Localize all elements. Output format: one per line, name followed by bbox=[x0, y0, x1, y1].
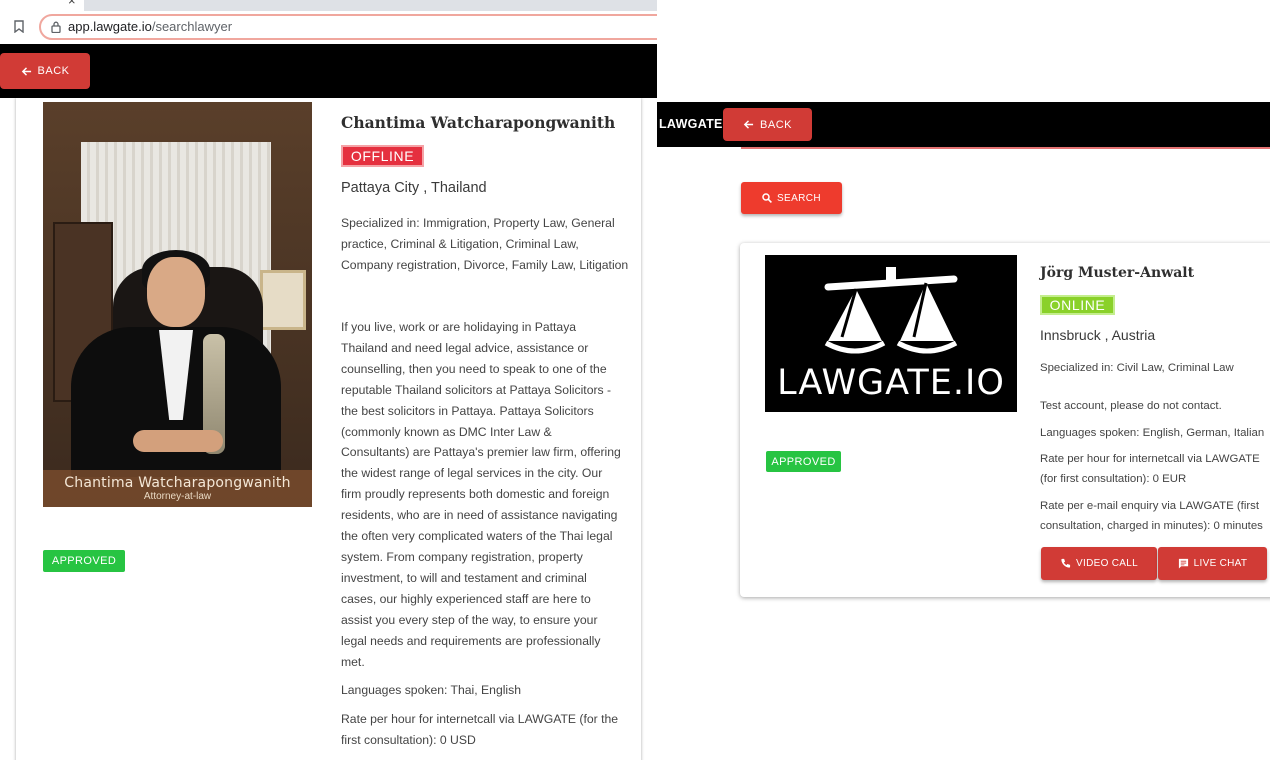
url-text: app.lawgate.io/searchlawyer bbox=[68, 19, 232, 34]
back-button-right[interactable]: BACK bbox=[723, 108, 812, 141]
status-badge-offline: OFFLINE bbox=[341, 145, 424, 167]
app-header-left bbox=[0, 44, 657, 98]
search-button[interactable]: SEARCH bbox=[741, 182, 842, 214]
search-icon bbox=[762, 193, 772, 203]
lawyer-location-right: Innsbruck , Austria bbox=[1040, 327, 1156, 343]
approved-badge-right: APPROVED bbox=[766, 451, 841, 472]
brand-underline bbox=[657, 147, 741, 149]
lawyer-photo: Chantima Watcharapongwanith Attorney-at-… bbox=[43, 102, 312, 507]
scales-icon bbox=[824, 267, 958, 354]
url-host: app.lawgate.io bbox=[68, 19, 152, 34]
url-input[interactable]: app.lawgate.io/searchlawyer bbox=[39, 14, 679, 40]
bookmark-icon[interactable] bbox=[14, 20, 24, 33]
note-text-right: Test account, please do not contact. bbox=[1040, 400, 1222, 412]
lawyer-location: Pattaya City , Thailand bbox=[341, 180, 487, 196]
photo-caption-name: Chantima Watcharapongwanith bbox=[64, 475, 291, 491]
lawgate-logo: LAWGATE.IO bbox=[765, 255, 1017, 412]
about-text: If you live, work or are holidaying in P… bbox=[341, 320, 621, 669]
status-badge-online: ONLINE bbox=[1040, 295, 1115, 315]
arrow-left-icon bbox=[743, 120, 754, 129]
rate-call-text: Rate per hour for internetcall via LAWGA… bbox=[341, 712, 619, 747]
live-chat-button[interactable]: LIVE CHAT bbox=[1158, 547, 1267, 580]
browser-address-bar: app.lawgate.io/searchlawyer bbox=[0, 11, 679, 44]
lawyer-name: Chantima Watcharapongwanith bbox=[341, 113, 616, 132]
browser-tab[interactable]: × bbox=[0, 0, 84, 11]
back-button-label: BACK bbox=[760, 118, 792, 131]
live-chat-label: LIVE CHAT bbox=[1193, 558, 1248, 569]
rate-call-text-right: Rate per hour for internetcall via LAWGA… bbox=[1040, 453, 1260, 485]
brand-logo-text[interactable]: LAWGATE bbox=[659, 117, 723, 131]
logo-text: LAWGATE.IO bbox=[777, 363, 1005, 403]
languages-text-right: Languages spoken: English, German, Itali… bbox=[1040, 427, 1265, 439]
video-call-label: VIDEO CALL bbox=[1076, 558, 1138, 569]
lawyer-name-right: Jörg Muster-Anwalt bbox=[1040, 265, 1195, 281]
arrow-left-icon bbox=[21, 66, 31, 76]
back-button[interactable]: BACK bbox=[0, 53, 90, 89]
specialization-text: Specialized in: Immigration, Property La… bbox=[341, 216, 629, 272]
photo-caption: Chantima Watcharapongwanith Attorney-at-… bbox=[43, 470, 312, 507]
search-button-label: SEARCH bbox=[776, 192, 822, 204]
chat-icon bbox=[1178, 558, 1188, 569]
languages-text: Languages spoken: Thai, English bbox=[341, 683, 522, 697]
phone-icon bbox=[1061, 558, 1071, 568]
url-path: /searchlawyer bbox=[151, 19, 233, 34]
approved-badge: APPROVED bbox=[43, 550, 125, 572]
photo-caption-title: Attorney-at-law bbox=[143, 491, 212, 502]
specialization-text-right: Specialized in: Civil Law, Criminal Law bbox=[1040, 362, 1234, 374]
browser-tabstrip: × bbox=[0, 0, 657, 11]
back-button-label: BACK bbox=[37, 65, 70, 77]
video-call-button[interactable]: VIDEO CALL bbox=[1041, 547, 1157, 580]
tab-close-icon[interactable]: × bbox=[68, 0, 76, 8]
lock-icon bbox=[51, 21, 61, 33]
rate-email-text-right: Rate per e-mail enquiry via LAWGATE (fir… bbox=[1040, 500, 1263, 532]
